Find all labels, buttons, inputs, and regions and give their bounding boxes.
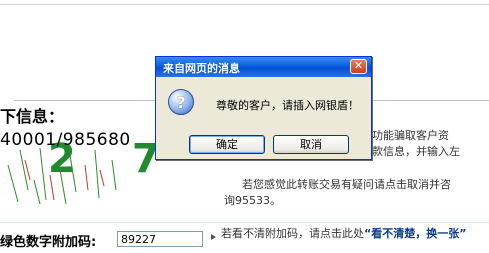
question-icon: ? bbox=[168, 89, 194, 115]
cancel-button[interactable]: 取消 bbox=[273, 135, 349, 154]
dialog-titlebar[interactable]: 来自网页的消息 ✕ bbox=[156, 57, 371, 77]
info-line: 若您感觉此转账交易有疑问请点击取消并咨 bbox=[242, 178, 451, 191]
row-divider bbox=[0, 222, 489, 223]
close-icon: ✕ bbox=[353, 59, 364, 72]
info-line: 询95533。 bbox=[224, 194, 281, 207]
ok-button[interactable]: 确定 bbox=[189, 135, 265, 154]
alert-dialog: 来自网页的消息 ✕ ? 尊敬的客户，请插入网银盾！ 确定 取消 bbox=[155, 56, 372, 160]
hint-text: 若看不清附加码，请点击此处 bbox=[221, 227, 364, 240]
info-text-lower: 若您感觉此转账交易有疑问请点击取消并咨 询95533。 bbox=[224, 177, 489, 209]
info-line: 款信息，并输入左 bbox=[372, 145, 460, 158]
verification-code-input[interactable] bbox=[117, 231, 203, 247]
close-button[interactable]: ✕ bbox=[350, 59, 367, 74]
info-text: 功能骗取客户资 款信息，并输入左 bbox=[372, 128, 489, 160]
verification-code-label: 绿色数字附加码: bbox=[0, 235, 97, 250]
info-line: 功能骗取客户资 bbox=[372, 129, 449, 142]
arrow-icon bbox=[211, 234, 216, 240]
dialog-message: 尊敬的客户，请插入网银盾！ bbox=[216, 99, 359, 112]
account-number: 40001/985680 bbox=[0, 130, 131, 150]
refresh-captcha-link[interactable]: “看不清楚，换一张” bbox=[364, 227, 466, 240]
top-divider bbox=[0, 4, 489, 5]
dialog-title: 来自网页的消息 bbox=[163, 62, 240, 75]
refresh-hint: 若看不清附加码，请点击此处“看不清楚，换一张” bbox=[221, 226, 489, 241]
